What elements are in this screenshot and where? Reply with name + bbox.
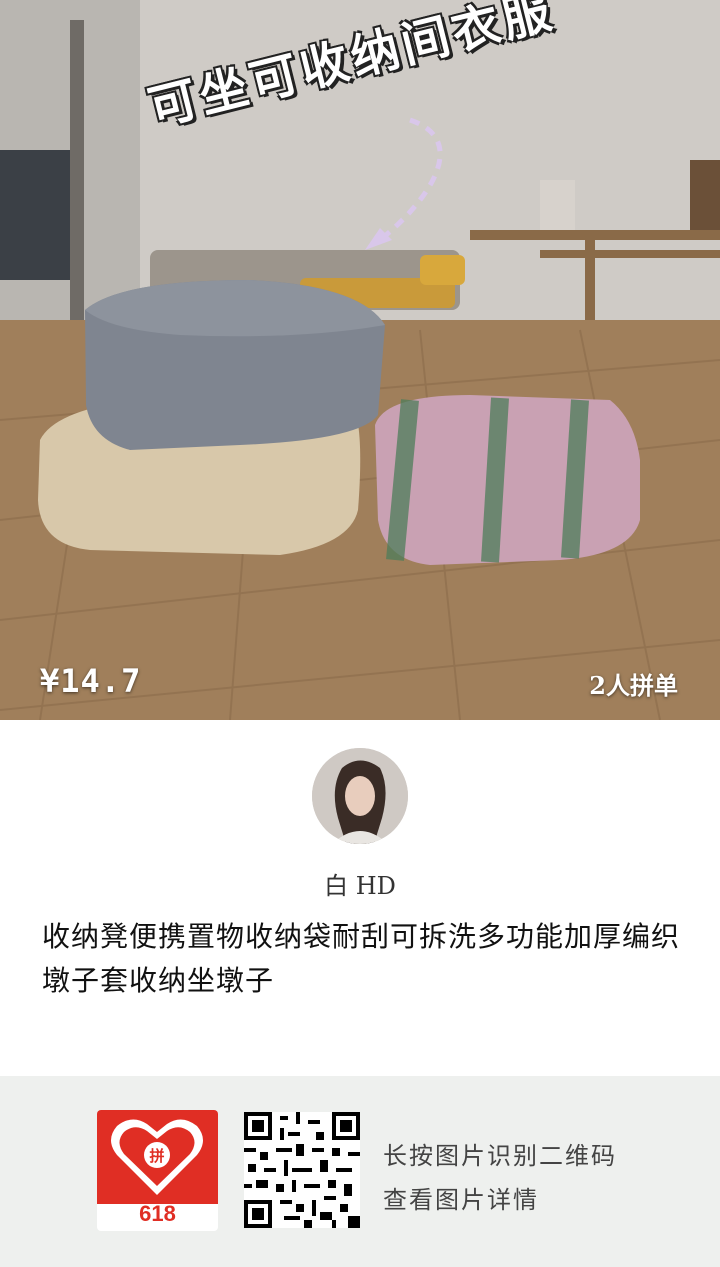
- seller-name: 白 HD: [324, 872, 396, 900]
- product-photo: [0, 0, 720, 720]
- share-footer: 拼 618 长按图片识别二维码 查看图片详情: [0, 1076, 720, 1267]
- seller-section: 白 HD: [0, 748, 720, 901]
- qr-hint: 长按图片识别二维码 查看图片详情: [383, 1134, 617, 1222]
- avatar[interactable]: [312, 748, 408, 844]
- heart-icon: 拼: [111, 1119, 203, 1195]
- qr-code[interactable]: [244, 1112, 360, 1228]
- product-title: 收纳凳便携置物收纳袋耐刮可拆洗多功能加厚编织墩子套收纳坐墩子: [42, 920, 681, 997]
- logo-red-block: 拼: [97, 1110, 218, 1204]
- product-image[interactable]: 可坐可收纳间衣服 ¥14.7 2人拼单: [0, 0, 720, 720]
- pinduoduo-logo: 拼 618: [97, 1110, 218, 1231]
- qr-hint-line2: 查看图片详情: [383, 1186, 539, 1214]
- logo-badge: 618: [139, 1201, 176, 1226]
- svg-text:拼: 拼: [149, 1147, 164, 1165]
- group-buy-count: 2人拼单: [589, 671, 678, 700]
- price-label: ¥14.7: [40, 662, 142, 700]
- qr-hint-line1: 长按图片识别二维码: [383, 1142, 617, 1170]
- qr-code-icon: [244, 1112, 360, 1228]
- avatar-image: [312, 748, 408, 844]
